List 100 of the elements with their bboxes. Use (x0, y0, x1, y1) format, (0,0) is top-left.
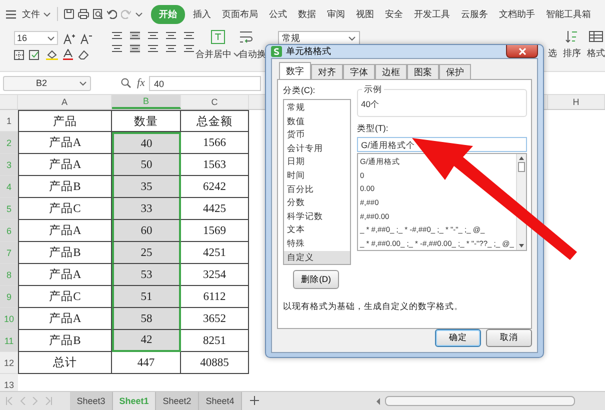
table-cell: 6242 (181, 176, 249, 198)
name-box[interactable]: B2 (3, 76, 91, 90)
close-button[interactable] (506, 45, 538, 58)
distribute-icon[interactable] (184, 44, 194, 53)
scroll-up-icon[interactable] (518, 156, 524, 160)
app-logo-icon (271, 46, 282, 57)
wrap-text-button[interactable]: 自动换 (239, 30, 266, 71)
table-cell: 42 (112, 330, 181, 352)
category-item[interactable]: 分数 (284, 196, 350, 210)
preview-icon[interactable] (93, 9, 103, 19)
menu-icon[interactable] (6, 10, 16, 18)
row-header[interactable]: 12 (0, 352, 18, 374)
ribbon-tab[interactable]: 页面布局 (219, 4, 261, 24)
ok-button[interactable]: 确定 (435, 329, 481, 347)
grow-font-icon[interactable] (63, 32, 75, 44)
delete-button[interactable]: 删除(D) (293, 270, 339, 289)
cell-style-icon[interactable] (29, 50, 41, 60)
scroll-down-icon[interactable] (518, 244, 524, 248)
outdent-icon[interactable] (166, 31, 176, 40)
category-item[interactable]: 科学记数 (284, 210, 350, 224)
format-button[interactable]: 格式 (587, 30, 605, 60)
table-cell: 51 (112, 286, 181, 308)
category-item[interactable]: 日期 (284, 155, 350, 169)
category-item[interactable]: 百分比 (284, 182, 350, 196)
zoom-icon[interactable] (121, 78, 131, 88)
description-text: 以现有格式为基础，生成自定义的数字格式。 (283, 301, 464, 313)
ribbon-tab[interactable]: 审阅 (324, 4, 348, 24)
sheet-tab[interactable]: Sheet2 (156, 392, 199, 410)
category-item[interactable]: 数值 (284, 114, 350, 128)
sort-icon (565, 30, 579, 43)
font-size-field[interactable]: 16 (14, 31, 58, 45)
filter-button[interactable]: 选 (548, 30, 557, 60)
ribbon-tab[interactable]: 视图 (353, 4, 377, 24)
shrink-font-icon[interactable] (80, 32, 92, 44)
ribbon-tab[interactable]: 开发工具 (411, 4, 453, 24)
table-cell: 3254 (181, 264, 249, 286)
ribbon-tab[interactable]: 数据 (295, 4, 319, 24)
function-label[interactable]: fx (137, 77, 145, 89)
scrollbar-thumb[interactable] (518, 162, 525, 172)
ribbon-tab[interactable]: 云服务 (458, 4, 491, 24)
scrollbar-thumb[interactable] (385, 396, 575, 406)
sort-button[interactable]: 排序 (563, 30, 581, 60)
dialog-tab[interactable]: 数字 (279, 62, 311, 79)
merge-center-button[interactable]: 合并居中 (198, 30, 238, 71)
undo-icon[interactable] (107, 9, 117, 19)
number-format-dropdown[interactable]: 常规 (278, 31, 360, 45)
indent-icon[interactable] (184, 31, 194, 40)
add-sheet-icon[interactable] (250, 396, 259, 405)
align-center-icon[interactable] (130, 44, 140, 53)
category-item[interactable]: 特殊 (284, 236, 350, 251)
table-cell: 6112 (181, 286, 249, 308)
dialog-tab[interactable]: 对齐 (311, 64, 343, 79)
ribbon-tab[interactable]: 插入 (190, 4, 214, 24)
dialog-tab[interactable]: 字体 (343, 64, 375, 79)
sheet-tab[interactable]: Sheet4 (199, 392, 242, 410)
print-icon[interactable] (78, 9, 89, 19)
category-item[interactable]: 常规 (284, 101, 350, 115)
formula-field[interactable]: 40 (148, 76, 261, 90)
sheet-tab[interactable]: Sheet3 (70, 392, 113, 410)
ribbon-tab[interactable]: 文档助手 (496, 4, 538, 24)
fill-color-icon[interactable] (46, 49, 58, 60)
dialog-tab[interactable]: 边框 (375, 64, 407, 79)
caret-icon (348, 34, 356, 42)
font-color-icon[interactable] (63, 49, 73, 60)
cancel-button[interactable]: 取消 (486, 329, 532, 347)
border-icon[interactable] (14, 50, 24, 60)
ribbon-tab[interactable]: 公式 (266, 4, 290, 24)
table-cell: 1563 (181, 154, 249, 176)
ribbon-tab[interactable]: 智能工具箱 (543, 4, 594, 24)
category-item[interactable]: 时间 (284, 168, 350, 183)
category-list[interactable]: 常规 数值 货币 会计专用 日期 时间 百分比 分数 科学记数 文本 特殊 自定义 (283, 99, 351, 265)
align-right-icon[interactable] (148, 44, 158, 53)
merge-icon (211, 30, 225, 44)
category-item[interactable]: 会计专用 (284, 142, 350, 156)
dialog-tab[interactable]: 保护 (439, 64, 471, 79)
align-middle-icon[interactable] (130, 31, 140, 40)
caret-icon[interactable] (135, 10, 143, 18)
scroll-left-icon[interactable] (376, 398, 381, 404)
column-header[interactable]: H (547, 95, 605, 109)
justify-icon[interactable] (166, 44, 176, 53)
category-item[interactable]: 自定义 (284, 250, 350, 264)
table-cell: 3652 (181, 308, 249, 330)
category-item[interactable]: 文本 (284, 223, 350, 237)
align-top-icon[interactable] (112, 31, 122, 40)
row-header[interactable]: 1 (0, 110, 18, 132)
eraser-icon[interactable] (78, 50, 89, 60)
table-cell: 1566 (181, 132, 249, 154)
ribbon-tab[interactable]: 安全 (382, 4, 406, 24)
dialog-tab[interactable]: 图案 (407, 64, 439, 79)
category-item[interactable]: 货币 (284, 128, 350, 142)
file-menu[interactable]: 文件 (22, 8, 51, 20)
save-icon[interactable] (64, 9, 74, 19)
align-left-icon[interactable] (112, 44, 122, 53)
column-header[interactable]: C (181, 95, 249, 109)
sample-label: 示例 (362, 84, 384, 96)
row-header[interactable]: 13 (0, 374, 18, 391)
wrap-icon (239, 30, 253, 44)
align-bottom-icon[interactable] (148, 31, 158, 40)
table-cell: 40 (112, 132, 181, 154)
table-cell: 60 (112, 220, 181, 242)
